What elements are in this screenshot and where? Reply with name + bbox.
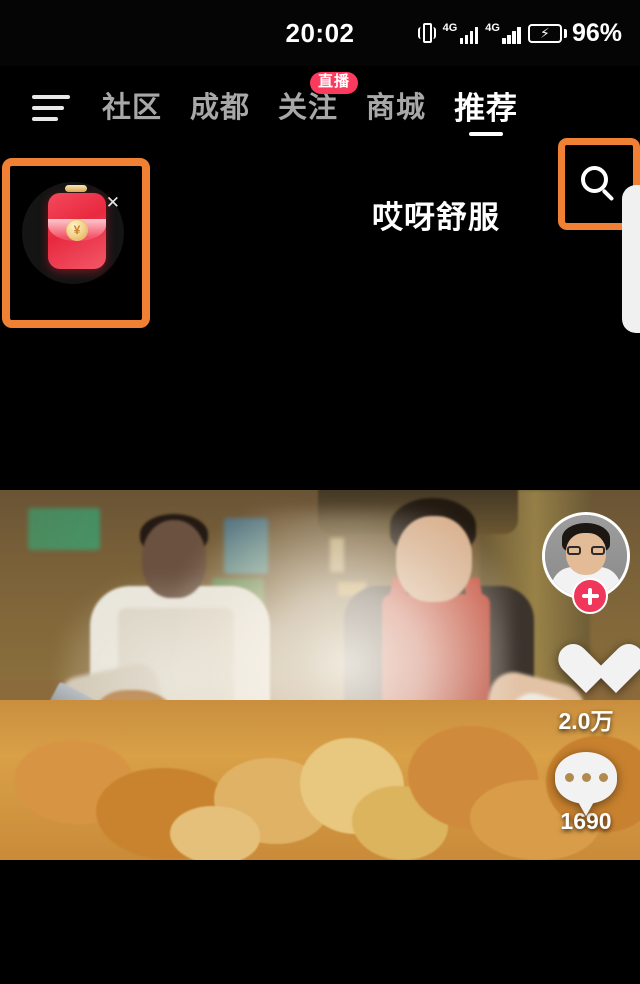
red-envelope-popup[interactable]: ¥ ✕ [10,166,142,320]
status-icons: 4G 4G ⚡ 96% [417,0,622,66]
author-avatar-wrapper[interactable] [542,512,630,614]
side-peek-panel[interactable] [622,185,640,333]
tab-label: 推荐 [454,90,519,126]
signal-4g-icon-2: 4G [485,22,521,44]
tab-chengdu[interactable]: 成都 [176,66,264,150]
signal-4g-icon-1: 4G [443,22,479,44]
tab-label: 关注 [278,91,339,124]
red-envelope-popup-highlight[interactable]: ¥ ✕ [2,158,150,328]
battery-charging-icon: ⚡ [527,23,567,43]
tab-label: 成都 [190,91,251,124]
live-badge: 直播 [310,72,359,94]
like-count: 2.0万 [558,708,614,734]
follow-button[interactable] [572,578,608,614]
tab-label: 社区 [102,91,163,124]
phone-screen: 20:02 4G 4G ⚡ 96% 社区 成都 关注 直播 商城 推荐 ¥ ✕ … [0,0,640,984]
comment-button[interactable]: 1690 [542,752,630,835]
tab-shequ[interactable]: 社区 [88,66,176,150]
tab-guanzhu[interactable]: 关注 直播 [264,66,359,150]
nav-tabs: 社区 成都 关注 直播 商城 推荐 [88,66,532,150]
red-envelope-gold-tab [65,185,87,192]
like-button[interactable]: 2.0万 [542,642,630,736]
comment-icon [555,752,617,816]
close-icon[interactable]: ✕ [106,194,120,211]
heart-icon [556,642,616,698]
network-label-2: 4G [485,22,500,34]
post-caption: 哎呀舒服 😂 [372,192,538,237]
tab-shangcheng[interactable]: 商城 [352,66,440,150]
caption-text: 哎呀舒服 [372,200,500,235]
red-envelope-icon[interactable]: ¥ [48,193,106,269]
battery-percent: 96% [571,18,622,47]
yuan-symbol: ¥ [73,223,81,237]
laughing-emoji-icon: 😂 [502,197,539,232]
network-label-1: 4G [442,22,458,34]
status-bar: 20:02 4G 4G ⚡ 96% [0,0,640,66]
top-navigation-bar: 社区 成都 关注 直播 商城 推荐 [0,66,640,230]
hamburger-menu-icon[interactable] [32,95,70,121]
search-icon [581,166,617,202]
yuan-coin-icon: ¥ [66,219,88,241]
active-tab-underline [469,132,504,136]
tab-tuijian[interactable]: 推荐 [440,66,532,150]
tab-label: 商城 [366,91,427,124]
vibrate-icon [417,21,436,45]
status-time: 20:02 [285,17,355,48]
bottom-action-bar: 弹 发弹幕 全屏观看 [0,860,640,984]
